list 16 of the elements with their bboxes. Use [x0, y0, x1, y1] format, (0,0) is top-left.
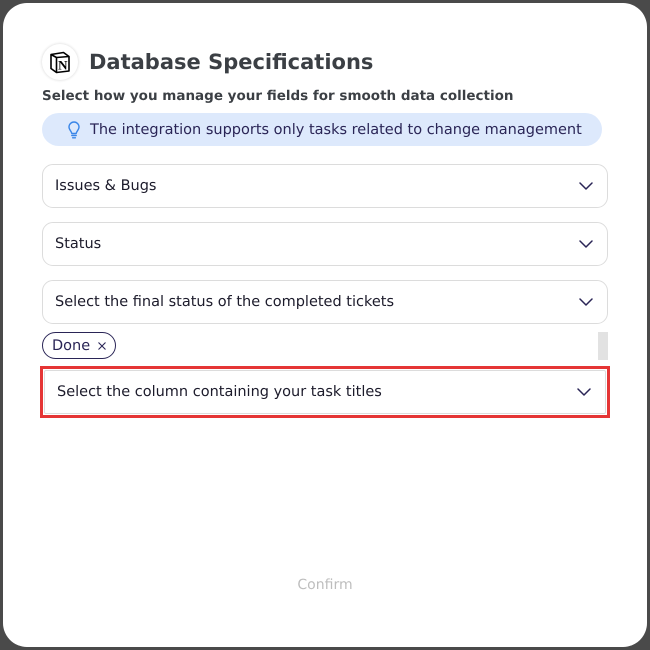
dialog-subtitle: Select how you manage your fields for smooth data collection — [42, 88, 515, 104]
info-text: The integration supports only tasks related to change management — [90, 122, 582, 138]
dropdown-field[interactable]: Issues & Bugs — [42, 164, 608, 208]
lightbulb-icon — [68, 120, 80, 138]
tag-chip[interactable]: Done — [42, 332, 116, 359]
chevron-down-icon — [579, 182, 593, 190]
dropdown-field[interactable]: Select the final status of the completed tickets — [42, 280, 608, 324]
chevron-down-icon — [577, 388, 591, 396]
dialog-title: Database Specifications — [89, 50, 374, 74]
chevron-down-icon — [579, 298, 593, 306]
dropdown-field[interactable]: Select the column containing your task titles — [44, 370, 606, 414]
logo-icon: N — [42, 44, 78, 80]
remove-icon[interactable] — [98, 342, 106, 350]
scrollbar-thumb[interactable] — [598, 332, 608, 360]
chevron-down-icon — [579, 240, 593, 248]
dropdown-field[interactable]: Status — [42, 222, 608, 266]
